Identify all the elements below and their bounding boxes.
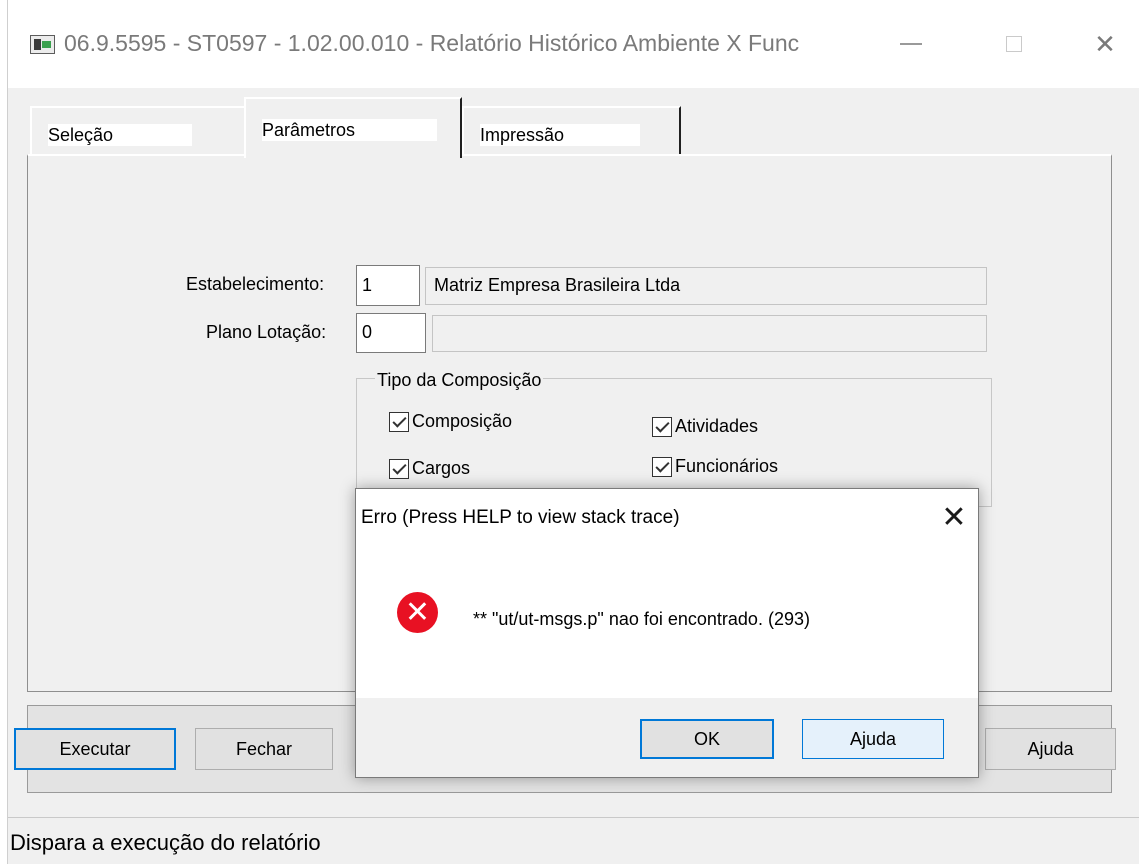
error-dialog: Erro (Press HELP to view stack trace) ✕ … [355,488,979,778]
checkbox-checked-icon [389,411,409,432]
executar-button[interactable]: Executar [14,728,176,770]
maximize-icon [1006,36,1022,52]
title-bar: 06.9.5595 - ST0597 - 1.02.00.010 - Relat… [8,0,1139,88]
estabelecimento-label: Estabelecimento: [186,274,325,294]
window-left-edge [0,0,8,864]
plano-lotacao-label: Plano Lotação: [206,322,327,342]
status-bar: Dispara a execução do relatório [8,817,1139,864]
atividades-checkbox[interactable]: Atividades [652,416,758,437]
estabelecimento-description: Matriz Empresa Brasileira Ltda [425,267,987,305]
plano-lotacao-input[interactable]: 0 [356,313,426,353]
tab-label: Seleção [48,124,192,146]
estabelecimento-input[interactable]: 1 [356,265,420,306]
close-button[interactable]: ✕ [1080,22,1130,66]
checkbox-label: Funcionários [675,456,779,476]
checkbox-checked-icon [652,416,672,437]
dialog-ajuda-button[interactable]: Ajuda [802,719,944,759]
checkbox-checked-icon [389,458,409,479]
tab-impressao[interactable]: Impressão [462,106,681,160]
tab-label: Impressão [480,124,640,146]
plano-lotacao-description [432,315,987,352]
tab-selecao[interactable]: Seleção [30,106,246,160]
checkbox-label: Atividades [675,416,759,436]
app-window: 06.9.5595 - ST0597 - 1.02.00.010 - Relat… [0,0,1139,864]
status-text: Dispara a execução do relatório [10,830,321,855]
fechar-button[interactable]: Fechar [195,728,333,770]
dialog-close-button[interactable]: ✕ [934,497,974,537]
app-icon [30,35,55,54]
maximize-button[interactable] [989,22,1039,66]
error-message: ** "ut/ut-msgs.p" nao foi encontrado. (2… [473,609,810,629]
error-icon: ✕ [397,592,438,633]
window-title: 06.9.5595 - ST0597 - 1.02.00.010 - Relat… [64,30,800,56]
ok-button[interactable]: OK [640,719,774,759]
checkbox-checked-icon [652,456,672,477]
minimize-icon [900,43,922,45]
composicao-checkbox[interactable]: Composição [389,411,512,432]
tab-parametros[interactable]: Parâmetros [244,97,462,158]
group-title: Tipo da Composição [375,370,544,391]
cargos-checkbox[interactable]: Cargos [389,458,470,479]
funcionarios-checkbox[interactable]: Funcionários [652,456,778,477]
tab-label: Parâmetros [262,119,437,141]
ajuda-button[interactable]: Ajuda [985,728,1116,770]
checkbox-label: Composição [412,411,513,431]
minimize-button[interactable] [886,22,936,66]
close-icon: ✕ [941,500,967,534]
checkbox-label: Cargos [412,458,471,478]
dialog-title: Erro (Press HELP to view stack trace) [361,507,680,528]
close-icon: ✕ [1094,28,1116,59]
